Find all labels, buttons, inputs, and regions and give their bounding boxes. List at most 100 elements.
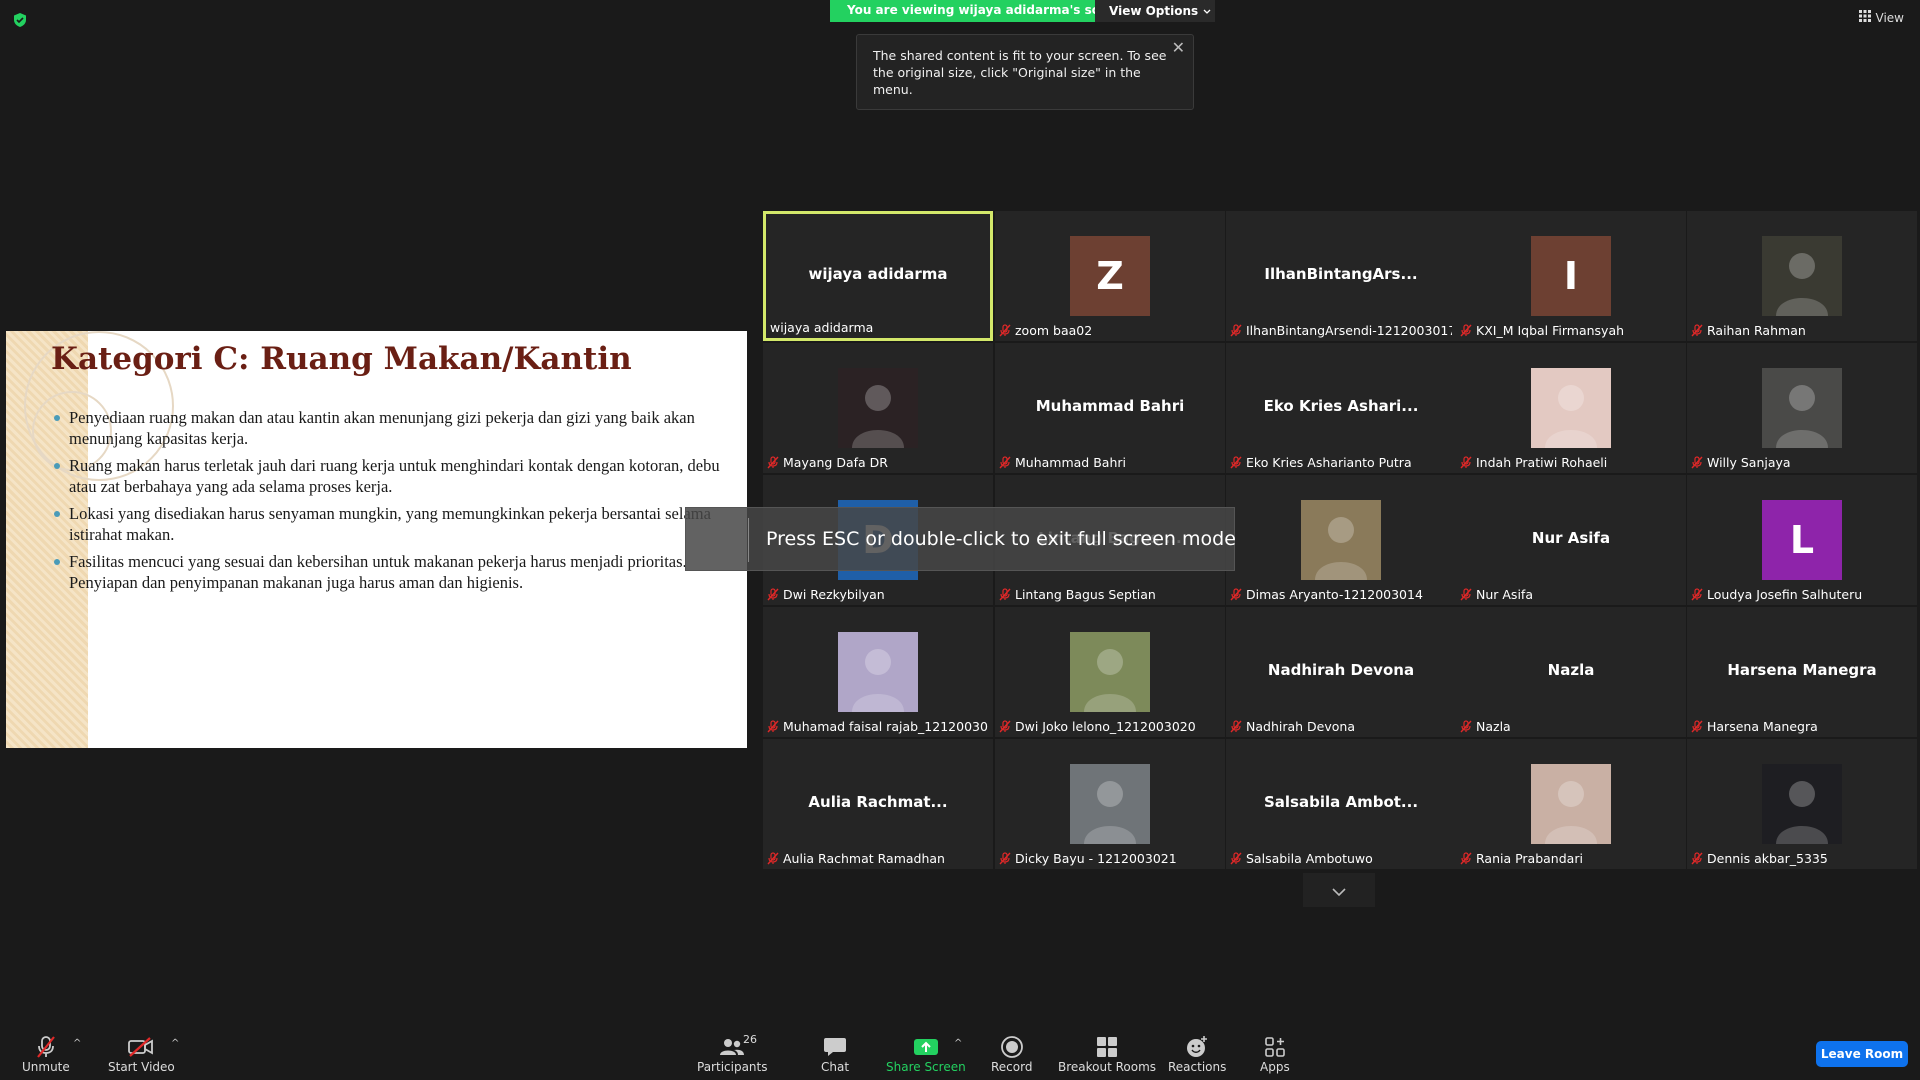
participant-name-label: Muhamad faisal rajab_12120030... xyxy=(767,719,989,734)
chat-label: Chat xyxy=(821,1060,850,1074)
chevron-down-icon xyxy=(1332,881,1346,900)
view-options-label: View Options xyxy=(1109,4,1199,18)
view-options-button[interactable]: View Options xyxy=(1095,0,1215,22)
participant-name-label: Salsabila Ambotuwo xyxy=(1230,851,1373,866)
muted-mic-icon xyxy=(767,720,779,733)
apps-button[interactable]: Apps xyxy=(1260,1034,1290,1074)
reactions-button[interactable]: Reactions xyxy=(1168,1034,1226,1074)
audio-options-caret-icon[interactable]: ^ xyxy=(73,1038,81,1049)
encryption-shield-icon[interactable] xyxy=(12,12,28,28)
participant-tile[interactable]: L Loudya Josefin Salhuteru xyxy=(1687,475,1917,605)
participant-tile[interactable]: Dwi Joko lelono_1212003020 xyxy=(995,607,1225,737)
muted-mic-icon xyxy=(1691,852,1703,865)
participant-photo xyxy=(1070,764,1150,844)
breakout-rooms-button[interactable]: Breakout Rooms xyxy=(1058,1034,1156,1074)
participant-name-label: Indah Pratiwi Rohaeli xyxy=(1460,455,1607,470)
chat-button[interactable]: Chat xyxy=(821,1034,849,1074)
participant-tile[interactable]: Dicky Bayu - 1212003021 xyxy=(995,739,1225,869)
share-screen-icon xyxy=(913,1034,939,1060)
participant-tile[interactable]: Dimas Aryanto-1212003014 xyxy=(1226,475,1456,605)
participant-tile[interactable]: Rania Prabandari xyxy=(1456,739,1686,869)
apps-icon xyxy=(1264,1034,1286,1060)
muted-mic-icon xyxy=(1691,456,1703,469)
participant-name-label: Willy Sanjaya xyxy=(1691,455,1791,470)
participant-name: Willy Sanjaya xyxy=(1707,455,1791,470)
participant-display-name: Salsabila Ambot... xyxy=(1263,793,1419,811)
participant-display-name: Nadhirah Devona xyxy=(1267,661,1415,679)
participant-photo xyxy=(838,368,918,448)
participant-name-label: Dimas Aryanto-1212003014 xyxy=(1230,587,1423,602)
participant-name-label: Dwi Rezkybilyan xyxy=(767,587,885,602)
participant-avatar: I xyxy=(1531,236,1611,316)
participant-tile[interactable]: Salsabila Ambot... Salsabila Ambotuwo xyxy=(1226,739,1456,869)
slide-bullet: Fasilitas mencuci yang sesuai dan kebers… xyxy=(51,551,731,593)
muted-mic-icon xyxy=(1230,720,1242,733)
participant-name: Muhammad Bahri xyxy=(1015,455,1126,470)
muted-mic-icon xyxy=(1460,588,1472,601)
gallery-next-page-button[interactable] xyxy=(1303,873,1375,907)
breakout-rooms-icon xyxy=(1096,1034,1118,1060)
participant-tile[interactable]: Zzoom baa02 xyxy=(995,211,1225,341)
unmute-button[interactable]: Unmute xyxy=(22,1034,70,1074)
slide-bullet: Ruang makan harus terletak jauh dari rua… xyxy=(51,455,731,497)
participant-tile[interactable]: wijaya adidarma wijaya adidarma xyxy=(763,211,993,341)
tooltip-text: The shared content is fit to your screen… xyxy=(873,48,1167,97)
slide-bullet: Lokasi yang disediakan harus senyaman mu… xyxy=(51,503,731,545)
video-off-icon xyxy=(127,1034,155,1060)
participant-name-label: Harsena Manegra xyxy=(1691,719,1818,734)
record-button[interactable]: Record xyxy=(991,1034,1032,1074)
leave-room-button[interactable]: Leave Room xyxy=(1816,1041,1908,1067)
view-label: View xyxy=(1875,10,1904,25)
participant-name: Eko Kries Asharianto Putra xyxy=(1246,455,1412,470)
participant-tile[interactable]: Aulia Rachmat... Aulia Rachmat Ramadhan xyxy=(763,739,993,869)
participant-tile[interactable]: IlhanBintangArs... IlhanBintangArsendi-12… xyxy=(1226,211,1456,341)
participant-photo xyxy=(1070,632,1150,712)
participant-tile[interactable]: Willy Sanjaya xyxy=(1687,343,1917,473)
participant-tile[interactable]: Nazla Nazla xyxy=(1456,607,1686,737)
participant-tile[interactable]: Muhamad faisal rajab_12120030... xyxy=(763,607,993,737)
share-options-caret-icon[interactable]: ^ xyxy=(954,1038,962,1049)
participant-display-name: IlhanBintangArs... xyxy=(1264,265,1418,283)
view-button[interactable]: View xyxy=(1858,10,1904,25)
muted-mic-icon xyxy=(1230,324,1242,337)
muted-mic-icon xyxy=(1460,852,1472,865)
participant-tile[interactable]: Mayang Dafa DR xyxy=(763,343,993,473)
muted-mic-icon xyxy=(1460,720,1472,733)
slide-bullet: Penyediaan ruang makan dan atau kantin a… xyxy=(51,407,731,449)
participant-tile[interactable]: Muhammad Bahri Muhammad Bahri xyxy=(995,343,1225,473)
participant-photo xyxy=(1531,764,1611,844)
participant-tile[interactable]: Harsena Manegra Harsena Manegra xyxy=(1687,607,1917,737)
participant-name-label: IlhanBintangArsendi-1212003017 xyxy=(1230,323,1452,338)
start-video-button[interactable]: Start Video xyxy=(108,1034,175,1074)
participant-name: Indah Pratiwi Rohaeli xyxy=(1476,455,1608,470)
participant-name-label: Nadhirah Devona xyxy=(1230,719,1355,734)
participant-name-label: KXI_M Iqbal Firmansyah xyxy=(1460,323,1624,338)
slide-bullet-list: Penyediaan ruang makan dan atau kantin a… xyxy=(51,407,731,599)
participant-name: wijaya adidarma xyxy=(770,320,874,335)
muted-mic-icon xyxy=(999,324,1011,337)
participant-display-name: Nazla xyxy=(1547,661,1595,679)
participant-tile[interactable]: Indah Pratiwi Rohaeli xyxy=(1456,343,1686,473)
fit-screen-tooltip: The shared content is fit to your screen… xyxy=(856,34,1194,110)
close-icon[interactable]: ✕ xyxy=(1172,39,1185,56)
muted-mic-icon xyxy=(1460,324,1472,337)
participant-photo xyxy=(1762,236,1842,316)
muted-mic-icon xyxy=(1230,588,1242,601)
participant-photo xyxy=(1531,368,1611,448)
participant-tile[interactable]: Dennis akbar_5335 xyxy=(1687,739,1917,869)
participants-count: 26 xyxy=(743,1033,757,1046)
video-options-caret-icon[interactable]: ^ xyxy=(171,1038,179,1049)
muted-mic-icon xyxy=(999,720,1011,733)
participant-name: Loudya Josefin Salhuteru xyxy=(1707,587,1863,602)
participant-name: zoom baa02 xyxy=(1015,323,1093,338)
participant-tile[interactable]: Eko Kries Ashari... Eko Kries Asharianto … xyxy=(1226,343,1456,473)
apps-label: Apps xyxy=(1260,1060,1290,1074)
participant-tile[interactable]: Raihan Rahman xyxy=(1687,211,1917,341)
participant-display-name: Eko Kries Ashari... xyxy=(1263,397,1419,415)
chevron-down-icon xyxy=(1203,4,1211,18)
participant-tile[interactable]: Nadhirah Devona Nadhirah Devona xyxy=(1226,607,1456,737)
grid-view-icon xyxy=(1858,10,1871,25)
participant-name: Dennis akbar_5335 xyxy=(1707,851,1828,866)
participant-tile[interactable]: Nur Asifa Nur Asifa xyxy=(1456,475,1686,605)
participant-tile[interactable]: I KXI_M Iqbal Firmansyah xyxy=(1456,211,1686,341)
